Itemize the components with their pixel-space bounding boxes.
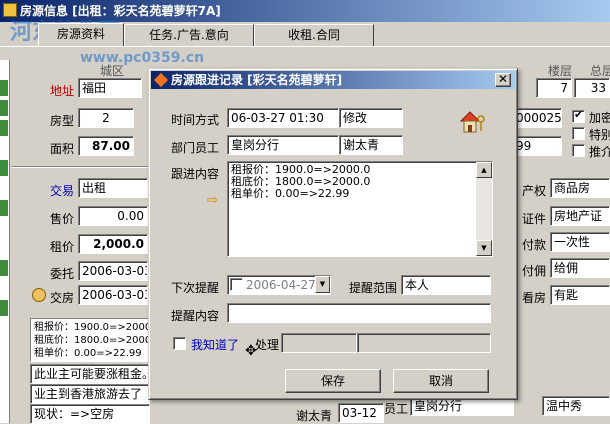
area-label: 面积 bbox=[50, 142, 75, 156]
scroll-up-button[interactable]: ▲ bbox=[476, 162, 492, 178]
staff-field[interactable]: 谢太青 bbox=[339, 135, 403, 155]
remind-date-checkbox[interactable] bbox=[230, 278, 243, 291]
close-icon: ✕ bbox=[497, 72, 509, 86]
address-label: 地址 bbox=[50, 84, 75, 98]
content-label: 跟进内容 bbox=[171, 167, 220, 181]
house-type-field[interactable]: 2 bbox=[78, 108, 134, 128]
list-marker bbox=[0, 100, 8, 116]
follow-up-log-box[interactable]: 租报价：1900.0=>2000 租底价：1800.0=>2000 租单价：0.… bbox=[30, 318, 152, 362]
house-type-label: 房型 bbox=[50, 114, 75, 128]
property-right-label: 产权 bbox=[522, 184, 547, 198]
list-marker bbox=[0, 200, 8, 216]
commission-date-field[interactable]: 2006-03-03 bbox=[78, 261, 148, 281]
know-label[interactable]: 我知道了 bbox=[191, 336, 239, 353]
floor-field[interactable]: 7 bbox=[536, 78, 572, 98]
follow-up-dialog: 房源跟进记录 [彩天名苑碧萝轩] ✕ 时间方式 06-03-27 01:30 修… bbox=[148, 68, 518, 400]
deal-label: 交易 bbox=[50, 184, 75, 198]
handover-date-field[interactable]: 2006-03-03 bbox=[78, 285, 148, 305]
dialog-title-text: 房源跟进记录 [彩天名苑碧萝轩] bbox=[171, 73, 343, 87]
cursor-icon: ✥ bbox=[245, 343, 257, 359]
certificate-label: 证件 bbox=[522, 212, 547, 226]
recommend-checkbox[interactable] bbox=[572, 144, 585, 157]
save-button[interactable]: 保存 bbox=[285, 369, 381, 393]
sale-label: 售价 bbox=[50, 212, 75, 226]
deal-field[interactable]: 出租 bbox=[78, 178, 148, 198]
mode-field[interactable]: 修改 bbox=[339, 108, 403, 128]
remind-scope-field[interactable]: 本人 bbox=[401, 275, 491, 295]
remind-content-label: 提醒内容 bbox=[171, 309, 220, 323]
rent-label: 租价 bbox=[50, 240, 75, 254]
house-icon bbox=[459, 109, 487, 135]
section-divider bbox=[12, 166, 150, 168]
scroll-down-button[interactable]: ▼ bbox=[476, 240, 492, 256]
special-checkbox[interactable] bbox=[572, 127, 585, 140]
remind-date-picker[interactable]: 2006-04-27 ▼ bbox=[227, 275, 331, 295]
content-text: 租报价：1900.0=>2000.0 租底价：1800.0=>2000.0 租单… bbox=[231, 163, 371, 200]
certificate-field[interactable]: 房地产证 bbox=[550, 206, 610, 226]
area-field[interactable]: 87.00 bbox=[78, 136, 134, 156]
sale-field[interactable]: 0.00 bbox=[78, 206, 148, 226]
bottom-date-field[interactable]: 03-12 bbox=[338, 403, 384, 423]
handle-field-2[interactable] bbox=[357, 333, 491, 353]
note-line-2[interactable]: 业主到香港旅游去了 bbox=[30, 384, 150, 404]
bottom-staff: 谢太青 bbox=[296, 409, 333, 423]
clock-icon bbox=[32, 288, 46, 302]
commission-pay-label: 付佣 bbox=[522, 264, 547, 278]
handle-label: 处理 bbox=[255, 338, 280, 352]
rent-field[interactable]: 2,000.0 bbox=[78, 234, 148, 254]
encrypt-label: 加密 bbox=[589, 111, 610, 125]
payment-field[interactable]: 一次性 bbox=[550, 232, 610, 252]
time-field[interactable]: 06-03-27 01:30 bbox=[227, 108, 339, 128]
list-marker bbox=[0, 160, 8, 176]
dialog-close-button[interactable]: ✕ bbox=[495, 73, 511, 87]
remind-content-field[interactable] bbox=[227, 303, 491, 323]
note-line-3[interactable]: 现状：=>空房 bbox=[30, 404, 150, 424]
property-right-field[interactable]: 商品房 bbox=[550, 178, 610, 198]
viewing-field[interactable]: 有匙 bbox=[550, 285, 610, 305]
special-label: 特别 bbox=[589, 128, 610, 142]
list-marker bbox=[0, 300, 8, 316]
address-field[interactable]: 福田 bbox=[78, 78, 142, 98]
tab-rent-contract[interactable]: 收租.合同 bbox=[254, 24, 374, 46]
dept-field[interactable]: 皇岗分行 bbox=[227, 135, 339, 155]
code-field[interactable]: 0000251 bbox=[512, 108, 562, 128]
handover-label: 交房 bbox=[50, 291, 75, 305]
tab-house-info[interactable]: 房源资料 bbox=[38, 23, 124, 47]
content-scrollbar[interactable]: ▲ ▼ bbox=[476, 162, 492, 256]
dept-staff-label: 部门员工 bbox=[171, 141, 220, 155]
list-marker bbox=[0, 120, 8, 136]
follow-up-log-text: 租报价：1900.0=>2000 租底价：1800.0=>2000 租单价：0.… bbox=[34, 322, 152, 359]
header-floor: 楼层 bbox=[548, 64, 573, 78]
commission-pay-field[interactable]: 给佣 bbox=[550, 258, 610, 278]
tab-task-ad-intent[interactable]: 任务.广告.意向 bbox=[124, 24, 254, 46]
next-remind-label: 下次提醒 bbox=[171, 281, 220, 295]
header-district: 城区 bbox=[100, 64, 125, 78]
time-mode-label: 时间方式 bbox=[171, 113, 220, 127]
tab-strip-line bbox=[0, 46, 610, 47]
arrow-right-icon: ⇨ bbox=[207, 193, 218, 208]
recommend-label: 推介 bbox=[589, 145, 610, 159]
commission-label: 委托 bbox=[50, 267, 75, 281]
viewing-label: 看房 bbox=[522, 291, 547, 305]
cancel-button[interactable]: 取消 bbox=[393, 369, 489, 393]
date-dropdown-button[interactable]: ▼ bbox=[315, 276, 330, 293]
list-marker bbox=[0, 80, 8, 96]
total-floor-field[interactable]: 33 bbox=[574, 78, 610, 98]
encrypt-checkbox[interactable] bbox=[572, 108, 585, 123]
header-total-floor: 总层 bbox=[590, 64, 610, 78]
note-line-1[interactable]: 此业主可能要涨租金。 bbox=[30, 364, 150, 384]
bottom-employee-label: 员工 bbox=[384, 402, 409, 416]
area-right-field[interactable]: 99 bbox=[512, 136, 562, 156]
handle-field-1[interactable] bbox=[281, 333, 357, 353]
content-textarea[interactable]: 租报价：1900.0=>2000.0 租底价：1800.0=>2000.0 租单… bbox=[227, 161, 493, 257]
dialog-title-bar[interactable]: 房源跟进记录 [彩天名苑碧萝轩] bbox=[151, 71, 515, 89]
know-checkbox[interactable] bbox=[173, 337, 186, 350]
payment-label: 付款 bbox=[522, 238, 547, 252]
watermark-url: www.pc0359.cn bbox=[80, 50, 205, 66]
bottom-employee-name-field[interactable]: 温中秀 bbox=[542, 396, 610, 416]
list-marker bbox=[0, 260, 8, 276]
remind-scope-label: 提醒范围 bbox=[349, 281, 398, 295]
